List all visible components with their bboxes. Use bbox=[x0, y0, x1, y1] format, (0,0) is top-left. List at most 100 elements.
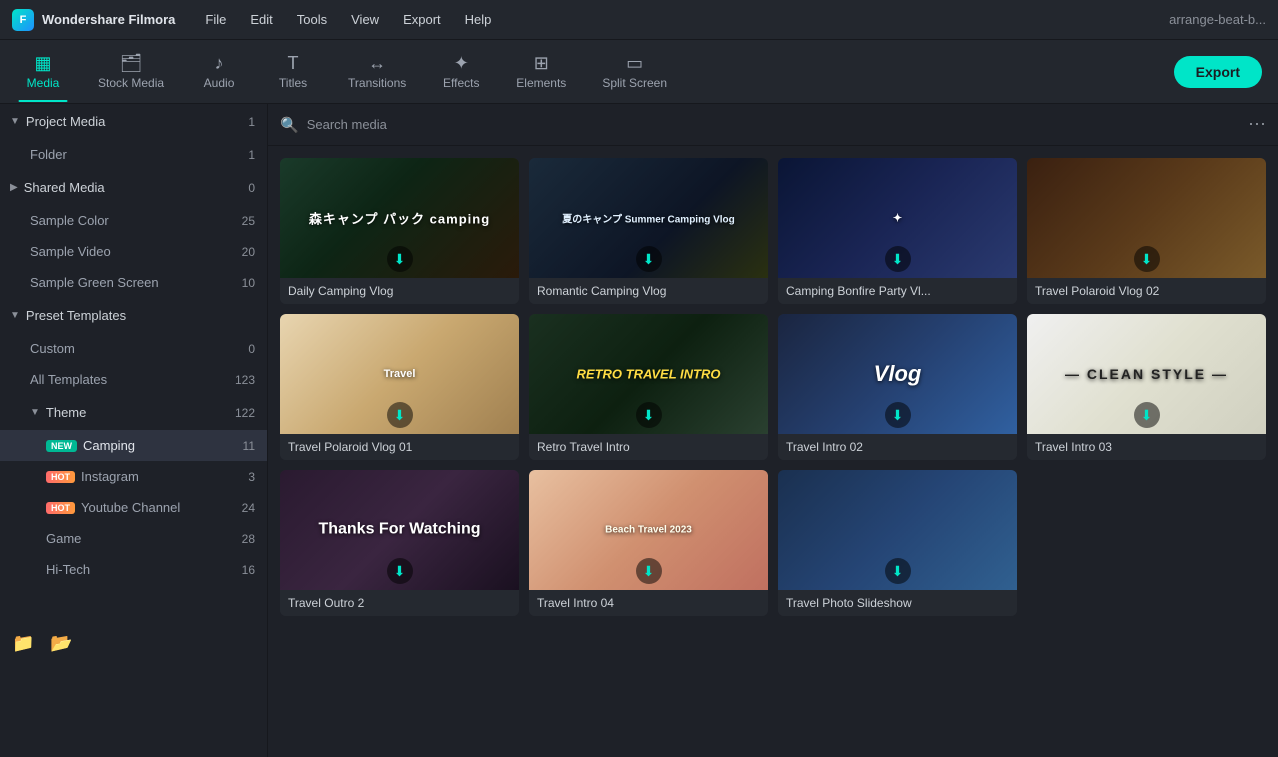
elements-label: Elements bbox=[516, 76, 566, 90]
card-label: Camping Bonfire Party Vl... bbox=[778, 278, 1017, 304]
media-card[interactable]: Travel ⬇ Travel Polaroid Vlog 01 bbox=[280, 314, 519, 460]
export-button[interactable]: Export bbox=[1174, 56, 1262, 88]
toolbar-item-effects[interactable]: ✦ Effects bbox=[426, 48, 496, 96]
menu-item-tools[interactable]: Tools bbox=[287, 8, 337, 31]
toolbar: ▦ Media 🗂 Stock Media ♪ Audio T Titles ↔… bbox=[0, 40, 1278, 104]
thumb-text: RETRO TRAVEL INTRO bbox=[541, 367, 756, 382]
download-icon[interactable]: ⬇ bbox=[387, 558, 413, 584]
media-card[interactable]: Thanks For Watching ⬇ Travel Outro 2 bbox=[280, 470, 519, 616]
split-screen-label: Split Screen bbox=[602, 76, 667, 90]
download-icon[interactable]: ⬇ bbox=[387, 246, 413, 272]
sidebar-item-hi-tech[interactable]: Hi-Tech 16 bbox=[0, 554, 267, 585]
media-card[interactable]: — CLEAN STYLE — ⬇ Travel Intro 03 bbox=[1027, 314, 1266, 460]
card-thumbnail: 夏のキャンプ Summer Camping Vlog ⬇ bbox=[529, 158, 768, 278]
media-card[interactable]: 森キャンプ パック camping ⬇ Daily Camping Vlog bbox=[280, 158, 519, 304]
new-folder-icon[interactable]: 📁 bbox=[12, 633, 34, 654]
card-label: Travel Intro 03 bbox=[1027, 434, 1266, 460]
card-label: Travel Photo Slideshow bbox=[778, 590, 1017, 616]
card-thumbnail: 森キャンプ パック camping ⬇ bbox=[280, 158, 519, 278]
download-icon[interactable]: ⬇ bbox=[1134, 402, 1160, 428]
sidebar-item-folder[interactable]: Folder 1 bbox=[0, 139, 267, 170]
grid-toggle-icon[interactable]: ⋯ bbox=[1248, 114, 1266, 135]
badge-hot-instagram: Hot bbox=[46, 471, 75, 483]
sidebar-section-shared-media[interactable]: ▶ Shared Media 0 bbox=[0, 170, 267, 205]
transitions-icon: ↔ bbox=[368, 54, 386, 72]
thumb-text: 夏のキャンプ Summer Camping Vlog bbox=[541, 211, 756, 226]
app-logo: F Wondershare Filmora bbox=[12, 9, 175, 31]
media-card[interactable]: ✦ ⬇ Camping Bonfire Party Vl... bbox=[778, 158, 1017, 304]
download-icon[interactable]: ⬇ bbox=[885, 246, 911, 272]
toolbar-item-titles[interactable]: T Titles bbox=[258, 48, 328, 96]
card-thumbnail: Beach Travel 2023 ⬇ bbox=[529, 470, 768, 590]
audio-icon: ♪ bbox=[215, 54, 224, 72]
media-card[interactable]: 夏のキャンプ Summer Camping Vlog ⬇ Romantic Ca… bbox=[529, 158, 768, 304]
download-icon[interactable]: ⬇ bbox=[885, 558, 911, 584]
media-card[interactable]: Beach Travel 2023 ⬇ Travel Intro 04 bbox=[529, 470, 768, 616]
user-name: arrange-beat-b... bbox=[1169, 12, 1266, 27]
thumb-text: ✦ bbox=[790, 212, 1005, 225]
toolbar-item-split-screen[interactable]: ▭ Split Screen bbox=[586, 48, 683, 96]
search-input[interactable] bbox=[307, 117, 1240, 132]
badge-hot-youtube: Hot bbox=[46, 502, 75, 514]
thumb-text: Vlog bbox=[790, 361, 1005, 387]
card-label: Romantic Camping Vlog bbox=[529, 278, 768, 304]
download-icon[interactable]: ⬇ bbox=[885, 402, 911, 428]
card-thumbnail: Vlog ⬇ bbox=[778, 314, 1017, 434]
card-label: Travel Outro 2 bbox=[280, 590, 519, 616]
sidebar-section-theme[interactable]: ▼ Theme 122 bbox=[0, 395, 267, 430]
sidebar-item-sample-green-screen[interactable]: Sample Green Screen 10 bbox=[0, 267, 267, 298]
media-card[interactable]: ⬇ Travel Photo Slideshow bbox=[778, 470, 1017, 616]
titles-icon: T bbox=[288, 54, 299, 72]
effects-icon: ✦ bbox=[454, 54, 469, 72]
card-thumbnail: Thanks For Watching ⬇ bbox=[280, 470, 519, 590]
toolbar-item-audio[interactable]: ♪ Audio bbox=[184, 48, 254, 96]
sidebar-item-sample-video[interactable]: Sample Video 20 bbox=[0, 236, 267, 267]
thumb-text: Beach Travel 2023 bbox=[541, 525, 756, 536]
audio-label: Audio bbox=[204, 76, 235, 90]
sidebar-item-instagram[interactable]: Hot Instagram 3 bbox=[0, 461, 267, 492]
toolbar-item-media[interactable]: ▦ Media bbox=[8, 48, 78, 96]
titles-label: Titles bbox=[279, 76, 307, 90]
toolbar-item-stock-media[interactable]: 🗂 Stock Media bbox=[82, 48, 180, 96]
menu-item-file[interactable]: File bbox=[195, 8, 236, 31]
search-bar: 🔍 ⋯ bbox=[268, 104, 1278, 146]
media-card[interactable]: RETRO TRAVEL INTRO ⬇ Retro Travel Intro bbox=[529, 314, 768, 460]
app-name: Wondershare Filmora bbox=[42, 12, 175, 27]
card-label: Travel Intro 02 bbox=[778, 434, 1017, 460]
menu-item-export[interactable]: Export bbox=[393, 8, 451, 31]
elements-icon: ⊞ bbox=[534, 54, 549, 72]
download-icon[interactable]: ⬇ bbox=[636, 402, 662, 428]
menu-item-view[interactable]: View bbox=[341, 8, 389, 31]
search-icon: 🔍 bbox=[280, 116, 299, 134]
media-card[interactable]: ⬇ Travel Polaroid Vlog 02 bbox=[1027, 158, 1266, 304]
toolbar-item-elements[interactable]: ⊞ Elements bbox=[500, 48, 582, 96]
toolbar-item-transitions[interactable]: ↔ Transitions bbox=[332, 48, 422, 96]
sidebar-item-game[interactable]: Game 28 bbox=[0, 523, 267, 554]
sidebar-item-sample-color[interactable]: Sample Color 25 bbox=[0, 205, 267, 236]
thumb-text: Travel bbox=[292, 368, 507, 380]
menu-item-edit[interactable]: Edit bbox=[240, 8, 282, 31]
split-screen-icon: ▭ bbox=[626, 54, 643, 72]
sidebar-section-project-media[interactable]: ▼ Project Media 1 bbox=[0, 104, 267, 139]
sidebar-item-camping[interactable]: New Camping 11 bbox=[0, 430, 267, 461]
sidebar-item-youtube[interactable]: Hot Youtube Channel 24 bbox=[0, 492, 267, 523]
download-icon[interactable]: ⬇ bbox=[636, 246, 662, 272]
media-card[interactable]: Vlog ⬇ Travel Intro 02 bbox=[778, 314, 1017, 460]
sidebar-item-all-templates[interactable]: All Templates 123 bbox=[0, 364, 267, 395]
content-area: 🔍 ⋯ 森キャンプ パック camping ⬇ Daily Camping Vl… bbox=[268, 104, 1278, 757]
add-folder-icon[interactable]: 📂 bbox=[50, 633, 72, 654]
card-label: Travel Polaroid Vlog 01 bbox=[280, 434, 519, 460]
arrow-icon: ▼ bbox=[10, 116, 20, 127]
arrow-down-theme-icon: ▼ bbox=[30, 407, 40, 418]
download-icon[interactable]: ⬇ bbox=[1134, 246, 1160, 272]
sidebar-item-custom[interactable]: Custom 0 bbox=[0, 333, 267, 364]
sidebar-section-preset-templates[interactable]: ▼ Preset Templates bbox=[0, 298, 267, 333]
menu-item-help[interactable]: Help bbox=[455, 8, 502, 31]
download-icon[interactable]: ⬇ bbox=[636, 558, 662, 584]
thumb-text: Thanks For Watching bbox=[292, 520, 507, 541]
card-thumbnail: ⬇ bbox=[778, 470, 1017, 590]
card-label: Retro Travel Intro bbox=[529, 434, 768, 460]
media-icon: ▦ bbox=[34, 54, 51, 72]
card-label: Daily Camping Vlog bbox=[280, 278, 519, 304]
download-icon[interactable]: ⬇ bbox=[387, 402, 413, 428]
